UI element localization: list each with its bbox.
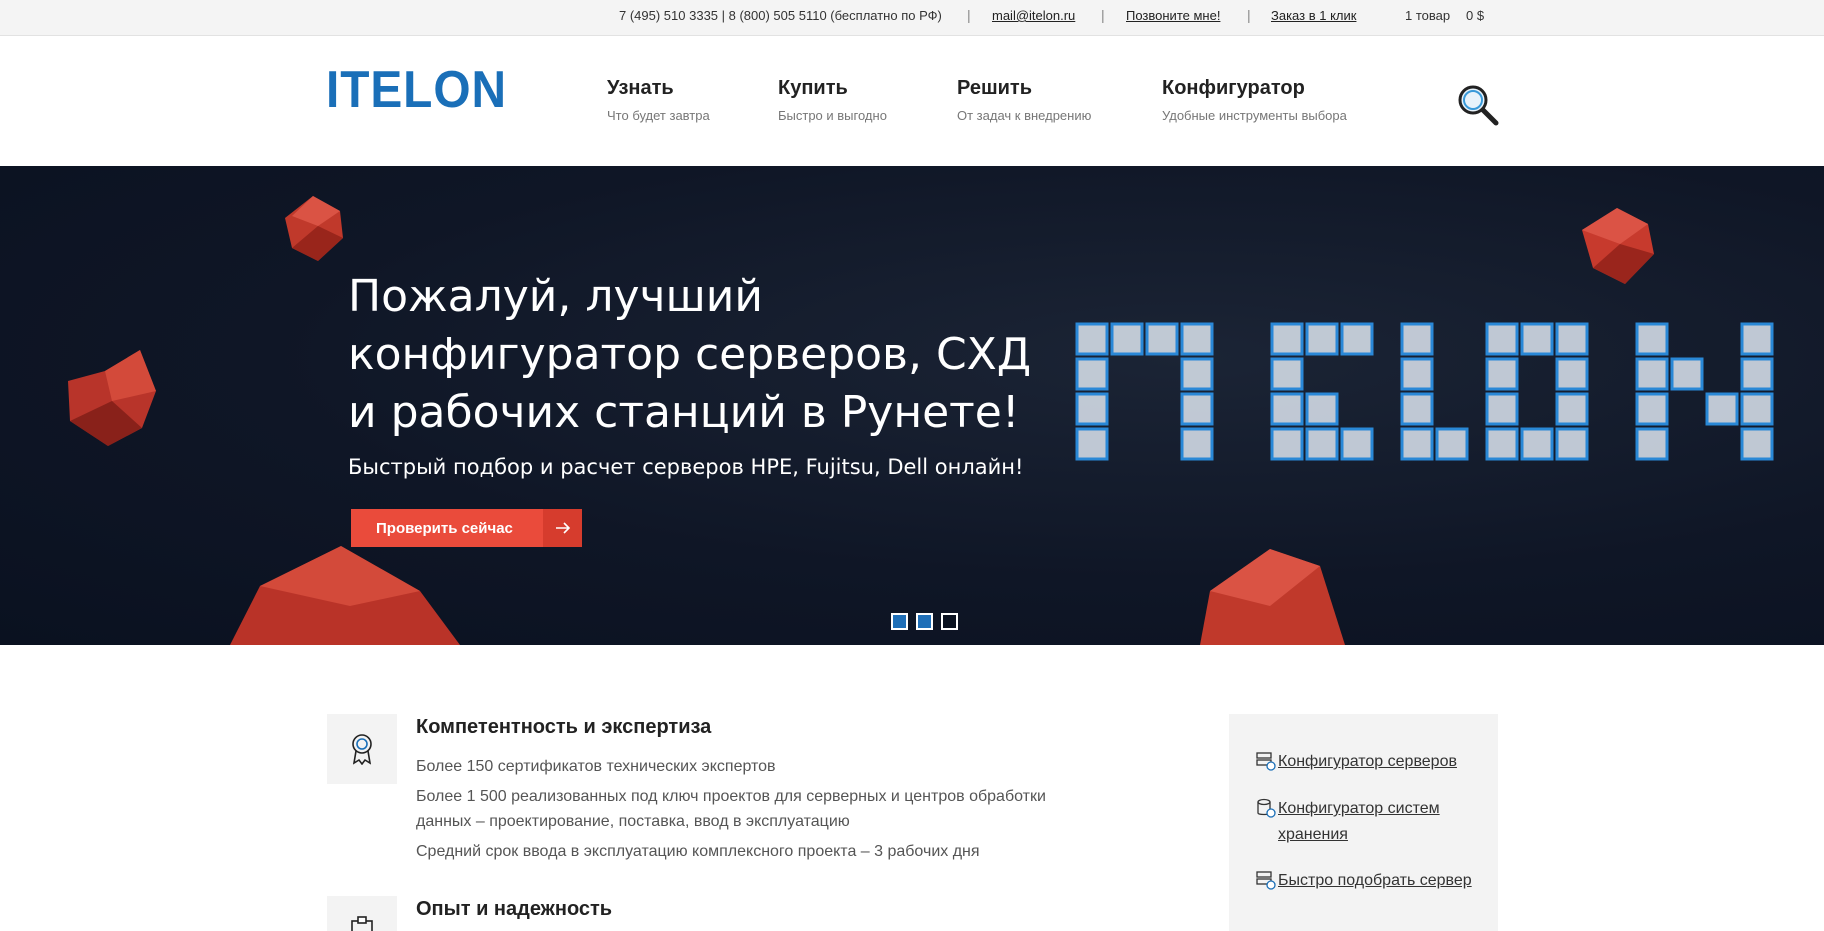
cart-total[interactable]: 0 $	[1466, 8, 1484, 23]
feature-line: Более 1 500 реализованных под ключ проек…	[416, 788, 1046, 830]
nav-title[interactable]: Решить	[957, 77, 1091, 100]
red-gem-icon	[1582, 208, 1654, 284]
red-gem-icon	[230, 546, 460, 645]
separator: |	[1101, 7, 1105, 23]
sidebar-link-label[interactable]: Быстро подобрать сервер	[1278, 868, 1478, 895]
configurator-links: Конфигуратор серверов Конфигуратор систе…	[1229, 714, 1498, 931]
red-gem-icon	[285, 196, 343, 261]
slide-dot-active[interactable]	[941, 613, 958, 630]
feature-title: Компетентность и экспертиза	[416, 716, 712, 738]
logo[interactable]: ITELON	[326, 64, 507, 116]
server-pick-icon	[1256, 870, 1278, 895]
site-header: ITELON Узнать Что будет завтра Купить Бы…	[0, 36, 1824, 166]
nav-subtitle: Что будет завтра	[607, 108, 710, 123]
hero-banner: Пожалуй, лучший конфигуратор серверов, С…	[0, 166, 1824, 645]
nav-subtitle: Удобные инструменты выбора	[1162, 108, 1347, 123]
red-gem-icon	[68, 350, 156, 446]
callback-link[interactable]: Позвоните мне!	[1126, 8, 1220, 23]
cart-count[interactable]: 1 товар	[1405, 8, 1450, 23]
feature-lines: Более 150 сертификатов технических экспе…	[416, 754, 1066, 869]
slider-dots	[891, 613, 958, 630]
separator: |	[1247, 7, 1251, 23]
storage-config-icon	[1256, 798, 1278, 848]
feature-line: Средний срок ввода в эксплуатацию компле…	[416, 843, 980, 860]
phone-numbers: 7 (495) 510 3335 | 8 (800) 505 5110 (бес…	[619, 8, 942, 23]
nav-subtitle: От задач к внедрению	[957, 108, 1092, 123]
clipboard-icon	[327, 896, 397, 931]
email-link[interactable]: mail@itelon.ru	[992, 8, 1075, 23]
red-gem-icon	[1200, 549, 1345, 645]
storage-configurator-link[interactable]: Конфигуратор систем хранения	[1229, 796, 1498, 848]
nav-item-buy[interactable]: Купить Быстро и выгодно	[778, 77, 887, 123]
server-grid-icon	[1075, 322, 1774, 461]
nav-subtitle: Быстро и выгодно	[778, 108, 887, 123]
award-badge-icon	[327, 714, 397, 784]
hero-subtitle: Быстрый подбор и расчет серверов HPE, Fu…	[348, 455, 1024, 479]
nav-title[interactable]: Узнать	[607, 77, 710, 100]
nav-item-solve[interactable]: Решить От задач к внедрению	[957, 77, 1091, 123]
arrow-right-icon	[543, 509, 582, 547]
feature-title: Опыт и надежность	[416, 898, 613, 920]
nav-title[interactable]: Конфигуратор	[1162, 77, 1347, 100]
nav-item-learn[interactable]: Узнать Что будет завтра	[607, 77, 710, 123]
slide-dot[interactable]	[891, 613, 908, 630]
cta-label: Проверить сейчас	[376, 519, 513, 537]
one-click-order-link[interactable]: Заказ в 1 клик	[1271, 8, 1356, 23]
sidebar-link-label[interactable]: Конфигуратор систем хранения	[1278, 796, 1478, 848]
search-icon[interactable]	[1456, 83, 1500, 127]
hero-headline: Пожалуй, лучший конфигуратор серверов, С…	[348, 271, 1032, 438]
server-config-icon	[1256, 751, 1278, 776]
sidebar-link-label[interactable]: Конфигуратор серверов	[1278, 749, 1478, 776]
server-configurator-link[interactable]: Конфигуратор серверов	[1229, 749, 1498, 776]
nav-title[interactable]: Купить	[778, 77, 887, 100]
check-now-button[interactable]: Проверить сейчас	[351, 509, 582, 547]
feature-line: Более 150 сертификатов технических экспе…	[416, 758, 776, 775]
top-bar: 7 (495) 510 3335 | 8 (800) 505 5110 (бес…	[0, 0, 1824, 36]
nav-item-configurator[interactable]: Конфигуратор Удобные инструменты выбора	[1162, 77, 1347, 123]
quick-server-pick-link[interactable]: Быстро подобрать сервер	[1229, 868, 1498, 895]
separator: |	[967, 7, 971, 23]
slide-dot[interactable]	[916, 613, 933, 630]
